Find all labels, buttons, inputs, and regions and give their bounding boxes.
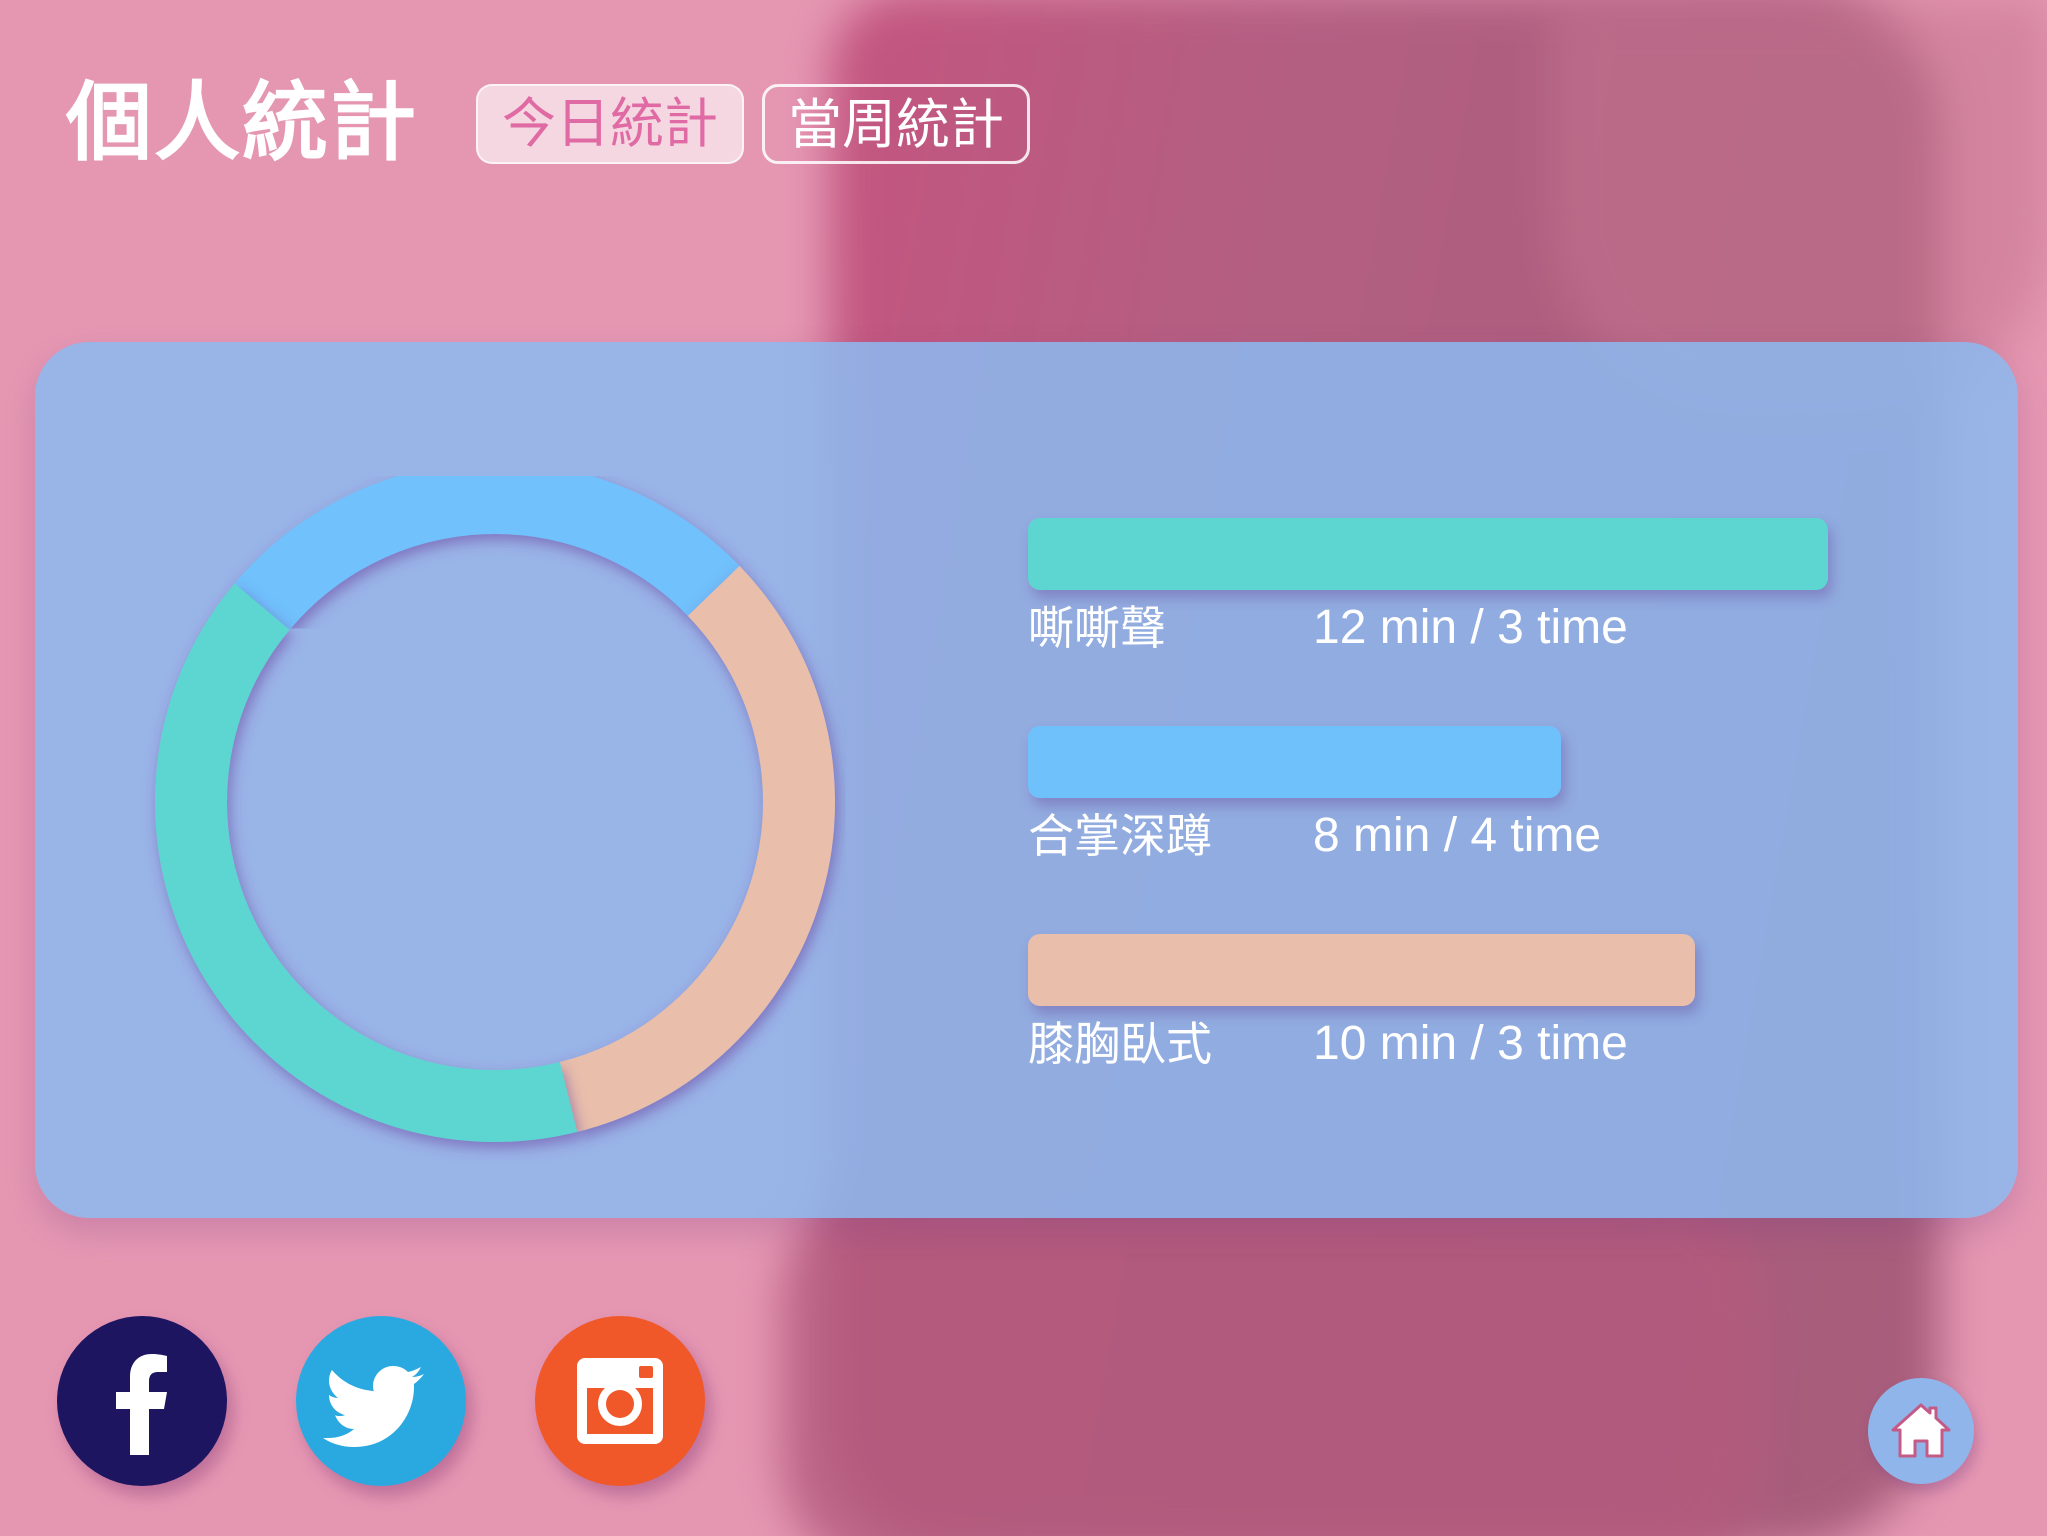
donut-segment-hissing — [155, 583, 578, 1142]
donut-segment-knee-chest — [559, 565, 835, 1132]
instagram-icon — [577, 1358, 663, 1444]
stat-bar-knee-chest — [1028, 934, 1695, 1006]
home-icon — [1891, 1403, 1951, 1458]
twitter-button[interactable] — [296, 1316, 466, 1486]
stat-label-squat: 合掌深蹲 — [1028, 809, 1212, 863]
facebook-button[interactable] — [57, 1316, 227, 1486]
donut-segment-squat — [234, 462, 740, 631]
facebook-icon — [116, 1354, 167, 1455]
donut-chart — [155, 462, 835, 1142]
home-button[interactable] — [1868, 1378, 1974, 1484]
stat-bar-hissing — [1028, 518, 1828, 590]
tab-today-stats[interactable]: 今日統計 — [476, 84, 744, 164]
stat-label-knee-chest: 膝胸臥式 — [1028, 1017, 1212, 1071]
stat-label-hissing: 嘶嘶聲 — [1028, 601, 1166, 655]
stat-value-hissing: 12 min / 3 time — [1313, 601, 1628, 654]
stats-card: 嘶嘶聲 12 min / 3 time 合掌深蹲 8 min / 4 time … — [35, 342, 2018, 1218]
twitter-icon — [323, 1366, 424, 1447]
stat-value-knee-chest: 10 min / 3 time — [1313, 1017, 1628, 1070]
instagram-button[interactable] — [535, 1316, 705, 1486]
page-title: 個人統計 — [66, 73, 418, 173]
stat-value-squat: 8 min / 4 time — [1313, 809, 1602, 862]
stat-bar-squat — [1028, 726, 1561, 798]
tab-weekly-stats[interactable]: 當周統計 — [762, 84, 1030, 164]
